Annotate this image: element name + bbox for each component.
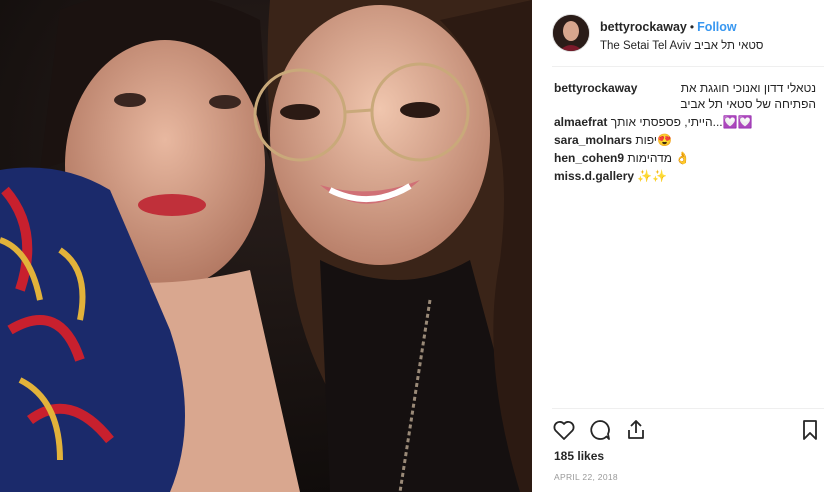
comment-text: יפות😍 [635,133,672,147]
post-date: APRIL 22, 2018 [554,472,618,482]
share-icon[interactable] [624,418,650,444]
username-link[interactable]: bettyrockaway [600,20,687,34]
bookmark-icon[interactable] [798,418,824,444]
location-link[interactable]: The Setai Tel Aviv סטאי תל אביב [600,40,824,52]
comment-item: sara_molnars יפות😍 [554,132,816,148]
comment-text: מדהימות 👌 [627,151,691,165]
avatar[interactable] [552,14,590,52]
comment-item: hen_cohen9 מדהימות 👌 [554,150,816,166]
post-photo[interactable] [0,0,532,492]
comment-username[interactable]: miss.d.gallery [554,169,634,183]
comment-item: almaefrat הייתי, פספסתי אותך...💟💟 [554,114,816,130]
post-sidebar: bettyrockaway • Follow The Setai Tel Aviv … [540,0,824,492]
likes-count[interactable]: 185 likes [554,449,604,463]
caption: bettyrockaway נטאלי דדון ואנוכי חוגגת את… [554,80,816,112]
selfie-image [0,0,532,492]
heart-icon[interactable] [552,418,578,444]
comment-icon[interactable] [588,418,614,444]
comment-text: הייתי, פספסתי אותך...💟💟 [610,115,753,129]
caption-username[interactable]: bettyrockaway [554,80,637,96]
follow-button[interactable]: Follow [697,20,737,34]
action-bar [552,418,824,444]
comment-username[interactable]: almaefrat [554,115,607,129]
comment-text: ✨✨ [637,169,668,183]
avatar-image [553,15,589,51]
post-header: bettyrockaway • Follow The Setai Tel Aviv … [552,14,824,54]
header-divider [552,66,824,67]
comment-username[interactable]: sara_molnars [554,133,632,147]
separator-dot: • [689,20,695,34]
comment-item: miss.d.gallery ✨✨ [554,168,816,184]
comment-username[interactable]: hen_cohen9 [554,151,624,165]
comments-list: bettyrockaway נטאלי דדון ואנוכי חוגגת את… [554,80,816,186]
caption-text: נטאלי דדון ואנוכי חוגגת את הפתיחה של סטא… [680,81,816,111]
actions-divider [552,408,824,409]
